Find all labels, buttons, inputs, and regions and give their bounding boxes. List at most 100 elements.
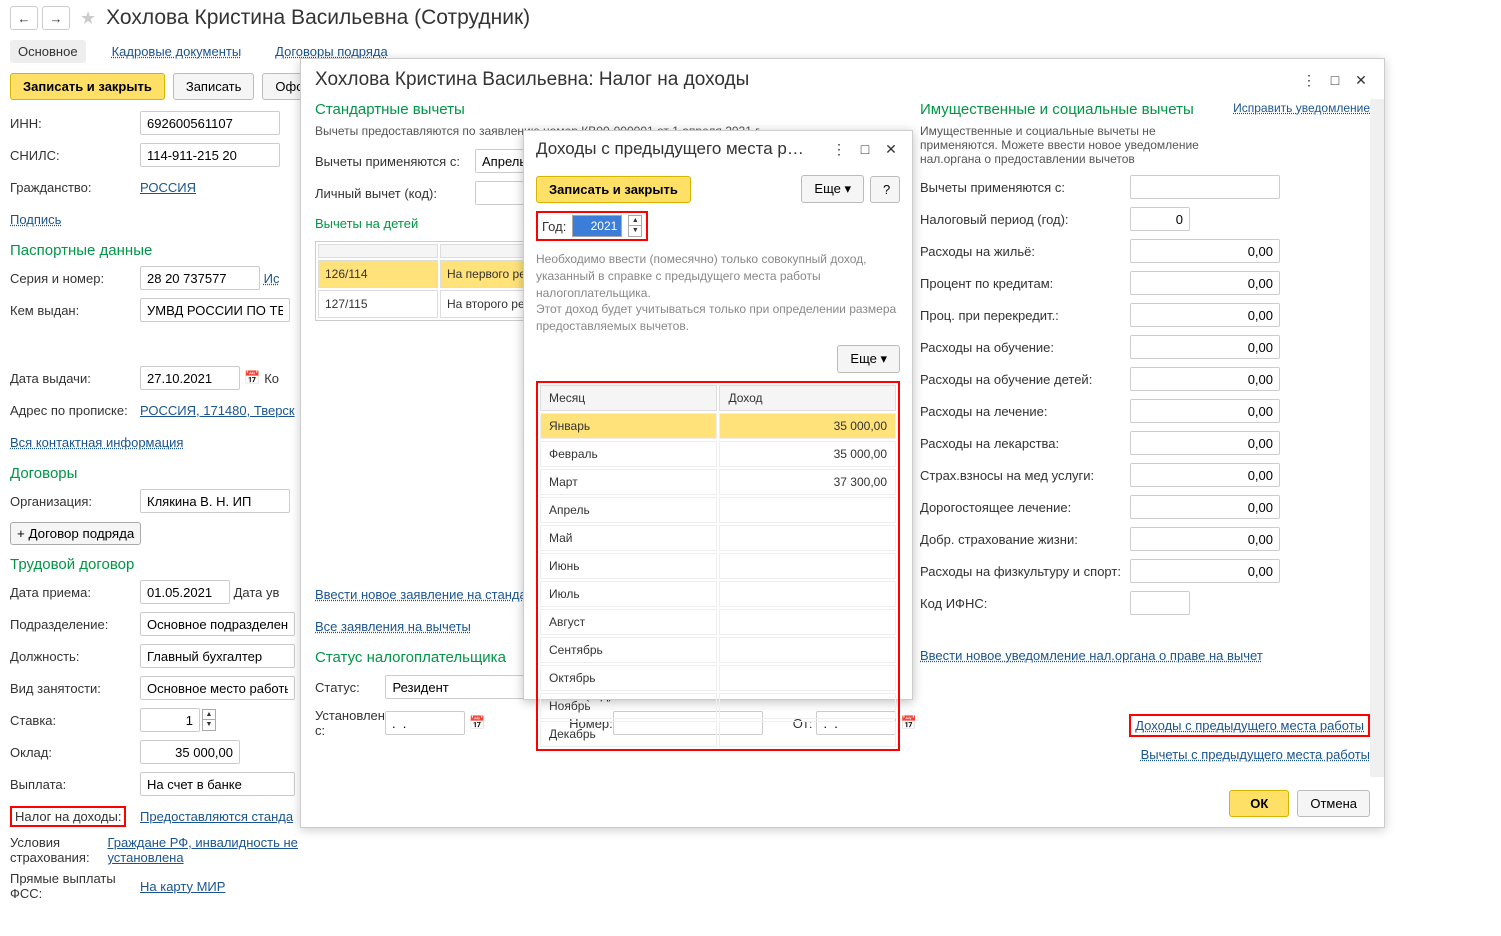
r-edu-field[interactable] (1130, 335, 1280, 359)
r-sport-label: Расходы на физкультуру и спорт: (920, 564, 1130, 579)
citizenship-link[interactable]: РОССИЯ (140, 180, 196, 195)
ov2-more-button-2[interactable]: Еще ▾ (837, 345, 900, 373)
r-medical-field[interactable] (1130, 399, 1280, 423)
favorite-icon[interactable]: ★ (80, 8, 96, 29)
table-row[interactable]: Август (540, 609, 896, 635)
previous-income-dialog: Доходы с предыдущего места р… ⋮ □ ✕ Запи… (523, 130, 913, 700)
r-sport-field[interactable] (1130, 559, 1280, 583)
close-icon-2[interactable]: ✕ (882, 140, 900, 158)
employment-type-field[interactable] (140, 676, 295, 700)
r-recredit-field[interactable] (1130, 303, 1280, 327)
inn-field[interactable] (140, 111, 280, 135)
year-label: Год: (542, 219, 566, 234)
ov2-save-close-button[interactable]: Записать и закрыть (536, 176, 691, 203)
status-field[interactable] (385, 675, 535, 699)
table-row[interactable]: Октябрь (540, 665, 896, 691)
r-ifns-field[interactable] (1130, 591, 1190, 615)
table-row[interactable]: Июнь (540, 553, 896, 579)
back-button[interactable]: ← (10, 6, 38, 30)
kebab-icon[interactable]: ⋮ (1300, 71, 1318, 89)
issued-by-field[interactable] (140, 298, 290, 322)
tab-main[interactable]: Основное (10, 40, 86, 63)
maximize-icon[interactable]: □ (1326, 71, 1344, 89)
salary-field[interactable] (140, 740, 240, 764)
scrollbar[interactable] (1370, 99, 1384, 777)
calendar-icon-2[interactable]: 📅 (469, 715, 485, 731)
set-from-field[interactable] (385, 711, 465, 735)
all-claims-link[interactable]: Все заявления на вычеты (315, 619, 471, 634)
table-row[interactable]: Январь35 000,00 (540, 413, 896, 439)
fss-link[interactable]: На карту МИР (140, 879, 225, 894)
r-expensive-field[interactable] (1130, 495, 1280, 519)
series-label: Серия и номер: (10, 271, 140, 286)
r-life-ins-field[interactable] (1130, 527, 1280, 551)
ov2-more-button[interactable]: Еще ▾ (801, 175, 864, 203)
issue-date-suffix: Ко (264, 371, 279, 386)
hire-date-suffix: Дата ув (234, 585, 280, 600)
position-field[interactable] (140, 644, 295, 668)
year-up-icon[interactable]: ▲ (629, 216, 641, 226)
table-row[interactable]: Апрель (540, 497, 896, 523)
status-label: Статус: (315, 680, 385, 695)
r-credit-field[interactable] (1130, 271, 1280, 295)
org-field[interactable] (140, 489, 290, 513)
standard-deductions-section: Стандартные вычеты (315, 101, 900, 118)
org-label: Организация: (10, 494, 140, 509)
r-meds-field[interactable] (1130, 431, 1280, 455)
r-apply-field[interactable] (1130, 175, 1280, 199)
table-row[interactable]: Ноябрь (540, 693, 896, 719)
year-down-icon[interactable]: ▼ (629, 226, 641, 236)
tax-label: Налог на доходы: (10, 806, 140, 827)
snils-field[interactable] (140, 143, 280, 167)
r-ifns-label: Код ИФНС: (920, 596, 1130, 611)
series-more[interactable]: Ис (264, 271, 280, 286)
all-contacts-link[interactable]: Вся контактная информация (10, 435, 183, 450)
tab-hr-docs[interactable]: Кадровые документы (104, 40, 250, 63)
dept-label: Подразделение: (10, 617, 140, 632)
maximize-icon-2[interactable]: □ (856, 140, 874, 158)
table-row[interactable]: Сентябрь (540, 637, 896, 663)
insurance-label: Условия страхования: (10, 835, 107, 865)
r-housing-label: Расходы на жильё: (920, 244, 1130, 259)
close-icon[interactable]: ✕ (1352, 71, 1370, 89)
issue-date-field[interactable] (140, 366, 240, 390)
apply-from-label: Вычеты применяются с: (315, 154, 475, 169)
add-contract-button[interactable]: + Договор подряда (10, 522, 141, 545)
cancel-button[interactable]: Отмена (1297, 790, 1370, 817)
employment-section: Трудовой договор (10, 556, 310, 573)
table-row[interactable]: Май (540, 525, 896, 551)
payment-field[interactable] (140, 772, 295, 796)
table-row[interactable]: Июль (540, 581, 896, 607)
address-link[interactable]: РОССИЯ, 171480, Тверск (140, 403, 295, 418)
r-housing-field[interactable] (1130, 239, 1280, 263)
r-edu-child-field[interactable] (1130, 367, 1280, 391)
prev-deduct-link[interactable]: Вычеты с предыдущего места работы (1141, 747, 1370, 762)
ok-button[interactable]: ОК (1229, 790, 1289, 817)
col-month: Месяц (540, 385, 717, 411)
table-row[interactable]: Март37 300,00 (540, 469, 896, 495)
forward-button[interactable]: → (42, 6, 70, 30)
signature-link[interactable]: Подпись (10, 212, 61, 227)
save-close-button[interactable]: Записать и закрыть (10, 73, 165, 100)
kebab-icon-2[interactable]: ⋮ (830, 140, 848, 158)
rate-field[interactable] (140, 708, 200, 732)
prev-income-link[interactable]: Доходы с предыдущего места работы (1135, 718, 1364, 733)
year-field[interactable] (572, 215, 622, 237)
new-notice-link[interactable]: Ввести новое уведомление нал.органа о пр… (920, 648, 1263, 663)
fix-notice-link[interactable]: Исправить уведомление (1233, 101, 1370, 115)
tax-link[interactable]: Предоставляются станда (140, 809, 293, 824)
series-field[interactable] (140, 266, 260, 290)
r-med-ins-field[interactable] (1130, 463, 1280, 487)
insurance-link[interactable]: Граждане РФ, инвалидность не установлена (107, 835, 310, 865)
ov2-help-button[interactable]: ? (870, 176, 900, 203)
table-row[interactable]: Февраль35 000,00 (540, 441, 896, 467)
address-label: Адрес по прописке: (10, 403, 140, 418)
tax-dialog-title: Хохлова Кристина Васильевна: Налог на до… (315, 69, 749, 91)
new-claim-link[interactable]: Ввести новое заявление на стандартн (315, 587, 547, 602)
calendar-icon[interactable]: 📅 (244, 370, 260, 386)
table-row[interactable]: Декабрь (540, 721, 896, 747)
hire-date-field[interactable] (140, 580, 230, 604)
r-period-field[interactable] (1130, 207, 1190, 231)
save-button[interactable]: Записать (173, 73, 255, 100)
dept-field[interactable] (140, 612, 295, 636)
